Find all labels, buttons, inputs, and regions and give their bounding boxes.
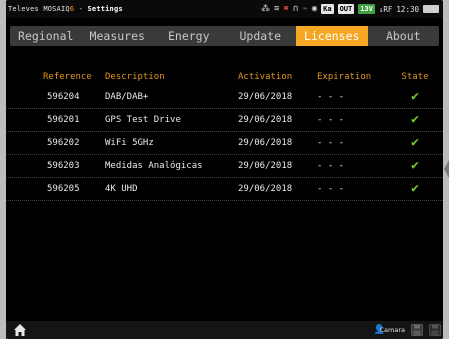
check-icon: ✔ (411, 158, 419, 173)
tab-energy[interactable]: Energy (153, 26, 225, 46)
cell-reference: 596205 (47, 184, 80, 194)
cell-expiration: - - - (317, 115, 345, 125)
tab-regional[interactable]: Regional (10, 26, 82, 46)
check-icon: ✔ (411, 112, 419, 127)
header-reference: Reference (43, 72, 92, 82)
cell-expiration: - - - (317, 161, 345, 171)
licenses-table: Reference Description Activation Expirat… (6, 72, 443, 201)
headphones-icon: ∩ (292, 4, 299, 14)
cell-description: GPS Test Drive (105, 115, 181, 125)
cell-reference: 596201 (47, 115, 80, 125)
out-badge: OUT (337, 4, 355, 14)
cell-activation: 29/06/2018 (238, 138, 293, 148)
tab-update[interactable]: Update (225, 26, 297, 46)
cell-activation: 29/06/2018 (238, 161, 293, 171)
signal-off-icon: ✖ (283, 4, 289, 14)
status-bar: Televes MOSAIQ6 - Settings ⁂ ≋ ✖ ∩ ⌁ ◉ K… (6, 0, 443, 18)
usb-icon: ⌁ (302, 4, 308, 14)
ka-badge: Ka (321, 4, 334, 14)
wifi-icon: ≋ (274, 4, 280, 14)
table-row[interactable]: 596205 4K UHD 29/06/2018 - - - ✔ (6, 178, 443, 201)
cell-expiration: - - - (317, 92, 345, 102)
battery-icon (423, 5, 439, 13)
header-expiration: Expiration (317, 72, 372, 82)
save-icon[interactable] (411, 324, 423, 336)
table-row[interactable]: 596202 WiFi 5GHz 29/06/2018 - - - ✔ (6, 132, 443, 155)
app-title: Televes MOSAIQ6 - Settings (8, 5, 123, 13)
cell-expiration: - - - (317, 138, 345, 148)
save-as-icon[interactable] (429, 324, 441, 336)
cell-reference: 596202 (47, 138, 80, 148)
home-icon[interactable] (13, 323, 27, 337)
cell-description: 4K UHD (105, 184, 138, 194)
tab-measures[interactable]: Measures (82, 26, 154, 46)
header-state: State (401, 72, 429, 82)
title-separator: - (74, 5, 88, 13)
cell-reference: 596204 (47, 92, 80, 102)
screen-title: Settings (87, 5, 123, 13)
rf-label: ↓RF (378, 4, 393, 14)
gps-icon: ◉ (311, 4, 318, 14)
voltage-badge: 13V (358, 4, 375, 14)
satellite-icon: ⁂ (261, 4, 271, 14)
tab-about[interactable]: About (368, 26, 440, 46)
cell-expiration: - - - (317, 184, 345, 194)
brand-name: Televes MOSAIQ (8, 5, 70, 13)
cell-activation: 29/06/2018 (238, 184, 293, 194)
screen: Televes MOSAIQ6 - Settings ⁂ ≋ ✖ ∩ ⌁ ◉ K… (6, 0, 443, 339)
cell-description: DAB/DAB+ (105, 92, 149, 102)
header-description: Description (105, 72, 165, 82)
bottom-bar: 👤 Camara (6, 321, 443, 339)
side-panel-handle[interactable] (444, 160, 449, 178)
table-row[interactable]: 596204 DAB/DAB+ 29/06/2018 - - - ✔ (6, 86, 443, 109)
device-frame: Televes MOSAIQ6 - Settings ⁂ ≋ ✖ ∩ ⌁ ◉ K… (0, 0, 449, 339)
table-row[interactable]: 596201 GPS Test Drive 29/06/2018 - - - ✔ (6, 109, 443, 132)
header-activation: Activation (238, 72, 293, 82)
status-indicators: ⁂ ≋ ✖ ∩ ⌁ ◉ Ka OUT 13V ↓RF 12:30 (261, 3, 439, 15)
check-icon: ✔ (411, 135, 419, 150)
clock: 12:30 (396, 4, 419, 14)
table-row[interactable]: 596203 Medidas Analógicas 29/06/2018 - -… (6, 155, 443, 178)
tab-licenses[interactable]: Licenses (296, 26, 368, 46)
cell-description: Medidas Analógicas (105, 161, 203, 171)
table-header: Reference Description Activation Expirat… (6, 72, 443, 86)
camera-label: Camara (379, 326, 406, 334)
cell-activation: 29/06/2018 (238, 115, 293, 125)
cell-activation: 29/06/2018 (238, 92, 293, 102)
settings-tabs: Regional Measures Energy Update Licenses… (10, 26, 439, 46)
cell-reference: 596203 (47, 161, 80, 171)
check-icon: ✔ (411, 89, 419, 104)
cell-description: WiFi 5GHz (105, 138, 154, 148)
check-icon: ✔ (411, 181, 419, 196)
